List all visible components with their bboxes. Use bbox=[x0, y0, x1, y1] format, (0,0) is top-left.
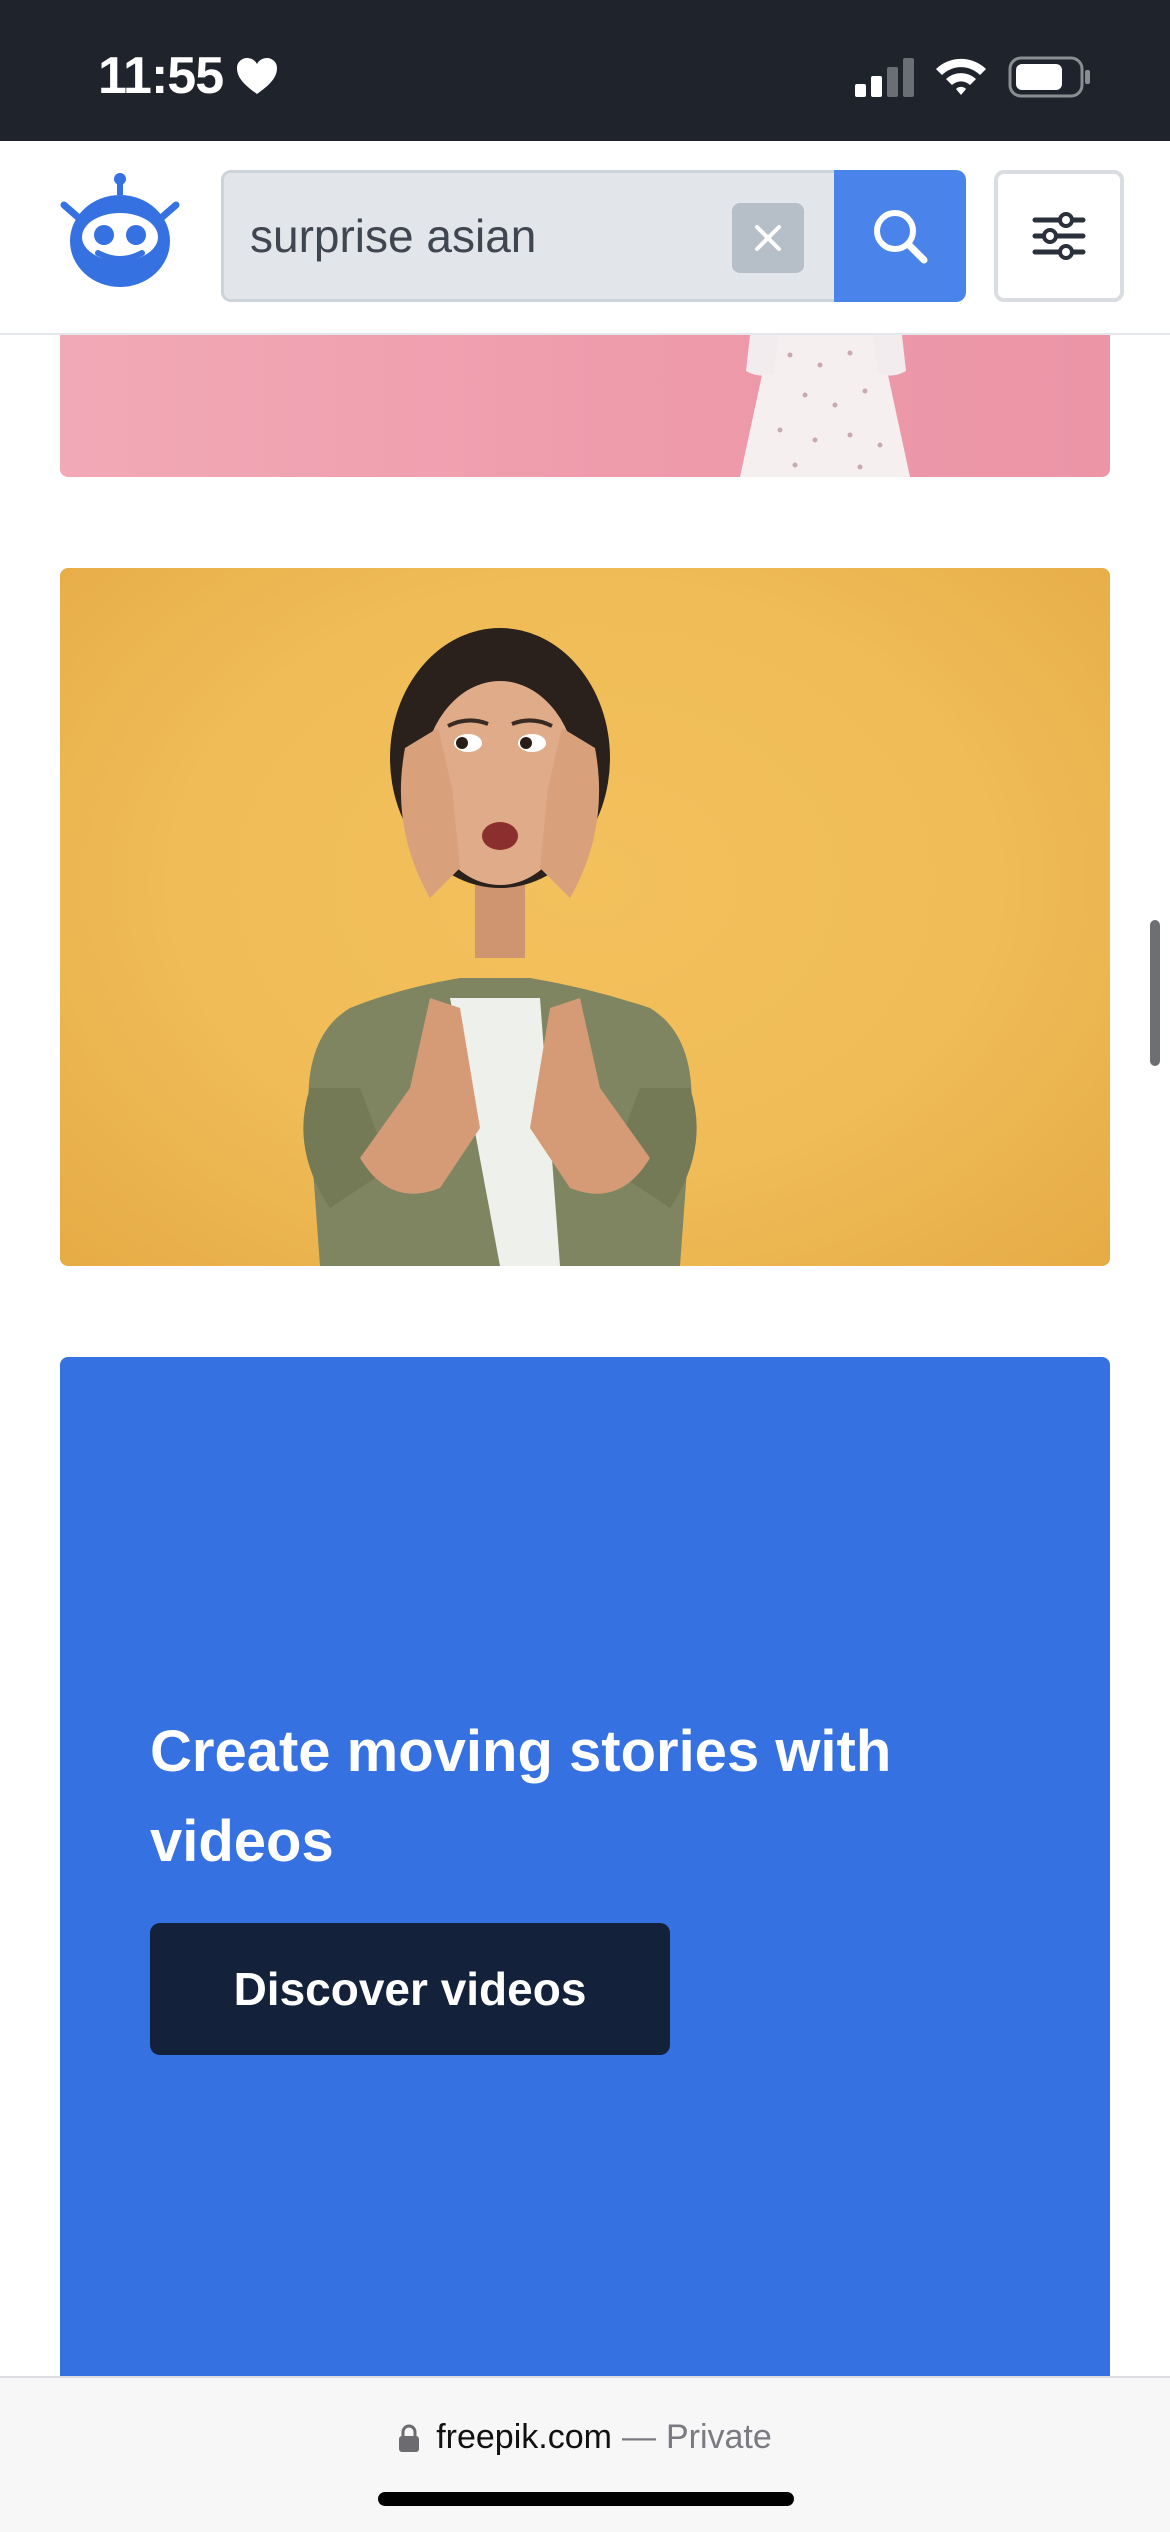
wifi-icon bbox=[936, 58, 986, 95]
url-separator: — bbox=[621, 2418, 656, 2456]
browser-bottom-bar: freepik.com — Private bbox=[0, 2376, 1170, 2532]
surprised-woman-image bbox=[303, 628, 697, 1266]
close-icon bbox=[755, 225, 781, 251]
status-bar: 11:55 bbox=[0, 0, 1170, 141]
url-domain: freepik.com bbox=[436, 2418, 612, 2456]
clear-search-button[interactable] bbox=[732, 203, 804, 273]
promo-heading: Create moving stories with videos bbox=[150, 1719, 892, 1874]
search-input[interactable] bbox=[250, 173, 690, 299]
dress-figure-image bbox=[740, 335, 910, 477]
scrollbar-thumb[interactable] bbox=[1150, 920, 1160, 1066]
search-box bbox=[221, 170, 835, 302]
filter-button[interactable] bbox=[994, 170, 1124, 302]
search-icon bbox=[874, 210, 928, 264]
result-image-surprised-woman[interactable] bbox=[60, 568, 1110, 1266]
signal-icon bbox=[855, 58, 914, 97]
battery-icon bbox=[1008, 56, 1090, 98]
status-time: 11:55 bbox=[98, 46, 279, 106]
home-indicator[interactable] bbox=[378, 2492, 794, 2506]
promo-videos-card: Create moving stories with videos Discov… bbox=[60, 1357, 1110, 2377]
private-label: Private bbox=[665, 2418, 772, 2456]
freepik-logo-icon[interactable] bbox=[58, 169, 182, 293]
url-bar[interactable]: freepik.com — Private bbox=[0, 2418, 1170, 2457]
search-button[interactable] bbox=[834, 170, 966, 302]
sliders-icon bbox=[1032, 212, 1086, 260]
clock-text: 11:55 bbox=[98, 47, 224, 105]
discover-videos-button[interactable]: Discover videos bbox=[150, 1923, 670, 2055]
result-image-pink[interactable] bbox=[60, 335, 1110, 477]
site-header bbox=[0, 141, 1170, 335]
lock-icon bbox=[399, 2424, 420, 2452]
heart-icon bbox=[237, 58, 278, 94]
